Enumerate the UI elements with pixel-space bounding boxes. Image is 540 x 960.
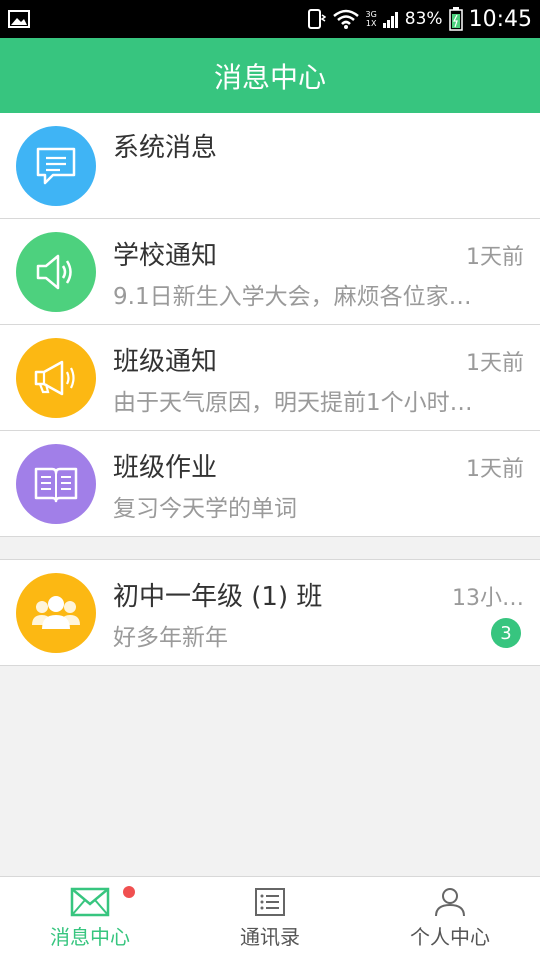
gallery-notification-icon <box>8 10 30 28</box>
vibrate-icon <box>307 9 326 29</box>
signal-icon <box>382 12 398 28</box>
tab-label: 通讯录 <box>240 925 300 949</box>
wifi-icon <box>332 9 359 29</box>
clock: 10:45 <box>468 6 532 32</box>
message-row-school-notice[interactable]: 学校通知 1天前 9.1日新生入学大会，麻烦各位家… <box>0 219 540 325</box>
tab-profile[interactable]: 个人中心 <box>360 877 540 960</box>
message-list: 系统消息 学校通知 1天前 9.1日新生入学大会，麻烦各位家… 班级通知 1天前… <box>0 113 540 666</box>
message-time: 1天前 <box>466 351 524 376</box>
group-icon <box>32 596 80 629</box>
message-title: 班级作业 <box>113 453 218 483</box>
group-avatar <box>16 573 96 653</box>
message-time: 1天前 <box>466 245 524 270</box>
message-avatar <box>16 444 96 524</box>
network-3g-label: 3G <box>365 10 377 19</box>
megaphone-icon <box>34 360 75 396</box>
tab-label: 消息中心 <box>50 925 130 949</box>
page-title: 消息中心 <box>213 60 326 94</box>
book-icon <box>34 467 78 503</box>
message-time: 13小… <box>452 586 524 611</box>
envelope-icon <box>70 887 110 917</box>
message-row-system[interactable]: 系统消息 <box>0 113 540 219</box>
speaker-icon <box>36 254 72 290</box>
battery-icon <box>448 7 463 31</box>
tab-label: 个人中心 <box>410 925 490 949</box>
tab-contacts[interactable]: 通讯录 <box>180 877 360 960</box>
person-icon <box>435 888 465 917</box>
message-preview: 9.1日新生入学大会，麻烦各位家… <box>113 284 472 310</box>
message-preview: 复习今天学的单词 <box>113 496 297 522</box>
unread-badge: 3 <box>491 618 521 648</box>
message-preview: 由于天气原因，明天提前1个小时… <box>113 390 473 416</box>
message-avatar <box>16 232 96 312</box>
message-title: 学校通知 <box>113 241 218 271</box>
message-avatar <box>16 338 96 418</box>
tab-message-center[interactable]: 消息中心 <box>0 877 180 960</box>
bottom-tab-bar: 消息中心 通讯录 个人中心 <box>0 876 540 960</box>
message-title: 班级通知 <box>113 347 218 377</box>
message-preview: 好多年新年 <box>113 625 228 651</box>
group-chat-row[interactable]: 初中一年级 (1) 班 13小… 好多年新年 3 <box>0 560 540 666</box>
unread-dot <box>123 886 135 898</box>
contacts-list-icon <box>255 888 285 916</box>
message-avatar <box>16 126 96 206</box>
battery-percent: 83% <box>404 9 443 29</box>
app-header: 消息中心 <box>0 38 540 113</box>
message-row-homework[interactable]: 班级作业 1天前 复习今天学的单词 <box>0 431 540 537</box>
chat-bubble-icon <box>36 147 76 185</box>
message-row-class-notice[interactable]: 班级通知 1天前 由于天气原因，明天提前1个小时… <box>0 325 540 431</box>
message-title: 系统消息 <box>113 133 218 163</box>
message-time: 1天前 <box>466 457 524 482</box>
network-1x-label: 1X <box>365 19 377 28</box>
network-type: 3G 1X <box>366 10 377 28</box>
status-bar: 3G 1X 83% 10:45 <box>0 0 540 38</box>
section-divider <box>0 537 540 560</box>
group-name: 初中一年级 (1) 班 <box>113 582 323 612</box>
